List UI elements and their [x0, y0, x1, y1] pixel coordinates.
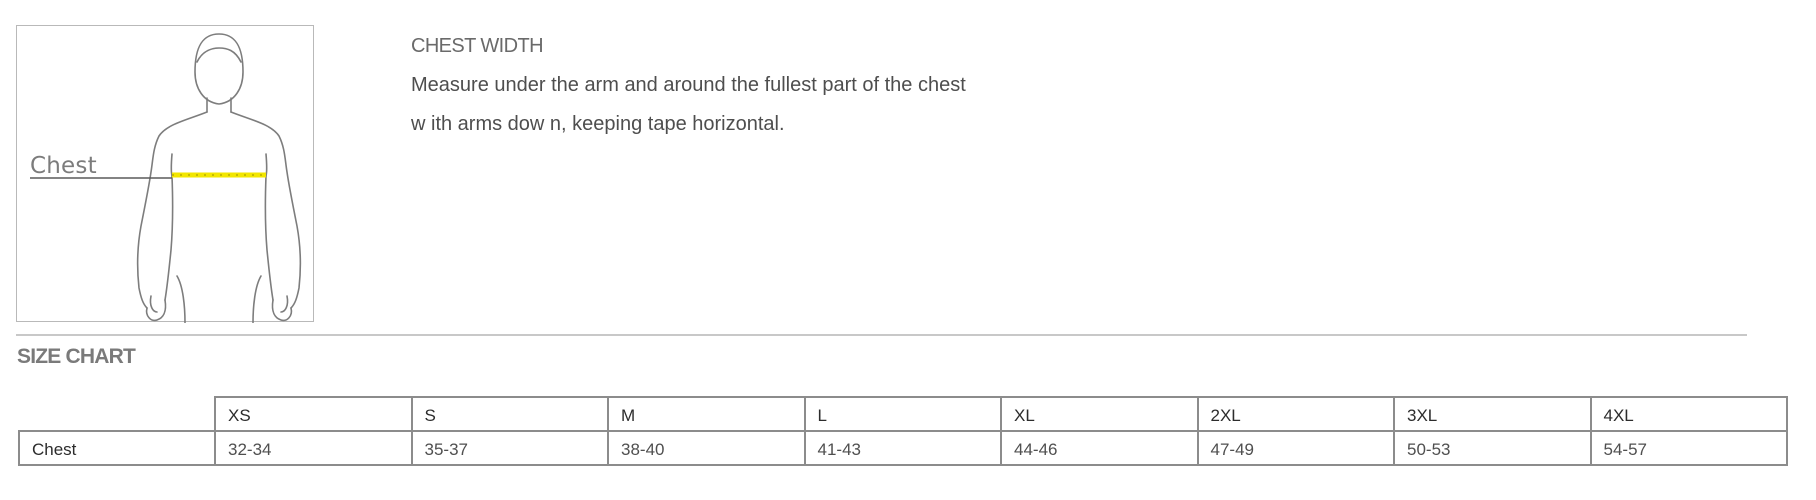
- size-header-cell: L: [803, 396, 1002, 432]
- measurement-cell: 32-34: [214, 430, 413, 466]
- size-header-cell: 3XL: [1393, 396, 1592, 432]
- chest-figure-label: Chest: [30, 153, 97, 179]
- size-header-cell: 4XL: [1589, 396, 1788, 432]
- size-header-cell: XL: [1000, 396, 1199, 432]
- measurement-cell: 38-40: [607, 430, 806, 466]
- measurement-cell: 50-53: [1393, 430, 1592, 466]
- measurement-instruction-line-1: Measure under the arm and around the ful…: [411, 74, 966, 96]
- measurement-figure: Chest: [16, 25, 314, 323]
- section-divider: [16, 334, 1747, 336]
- head-outline: [194, 33, 244, 105]
- size-header-cell: S: [410, 396, 609, 432]
- row-label-cell: Chest: [18, 430, 216, 466]
- measurement-cell: 44-46: [1000, 430, 1199, 466]
- measurement-cell: 54-57: [1589, 430, 1788, 466]
- measurement-cell: 47-49: [1196, 430, 1395, 466]
- size-guide-page: Chest CHEST WIDTH Measure under the arm …: [0, 0, 1816, 500]
- measurement-cell: 35-37: [410, 430, 609, 466]
- measurement-cell: 41-43: [803, 430, 1002, 466]
- size-header-cell: XS: [214, 396, 413, 432]
- size-header-cell: M: [607, 396, 806, 432]
- table-corner-cell: [19, 397, 216, 432]
- size-header-row: XS S M L XL 2XL 3XL 4XL: [19, 396, 1788, 432]
- measurement-instruction-line-2: w ith arms dow n, keeping tape horizonta…: [411, 113, 785, 135]
- table-row: Chest 32-34 35-37 38-40 41-43 44-46 47-4…: [18, 430, 1788, 466]
- measurement-title: CHEST WIDTH: [411, 35, 544, 57]
- size-chart-title: SIZE CHART: [17, 345, 136, 368]
- size-header-cell: 2XL: [1196, 396, 1395, 432]
- size-chart-table: XS S M L XL 2XL 3XL 4XL Chest 32-34 35-3…: [18, 396, 1788, 466]
